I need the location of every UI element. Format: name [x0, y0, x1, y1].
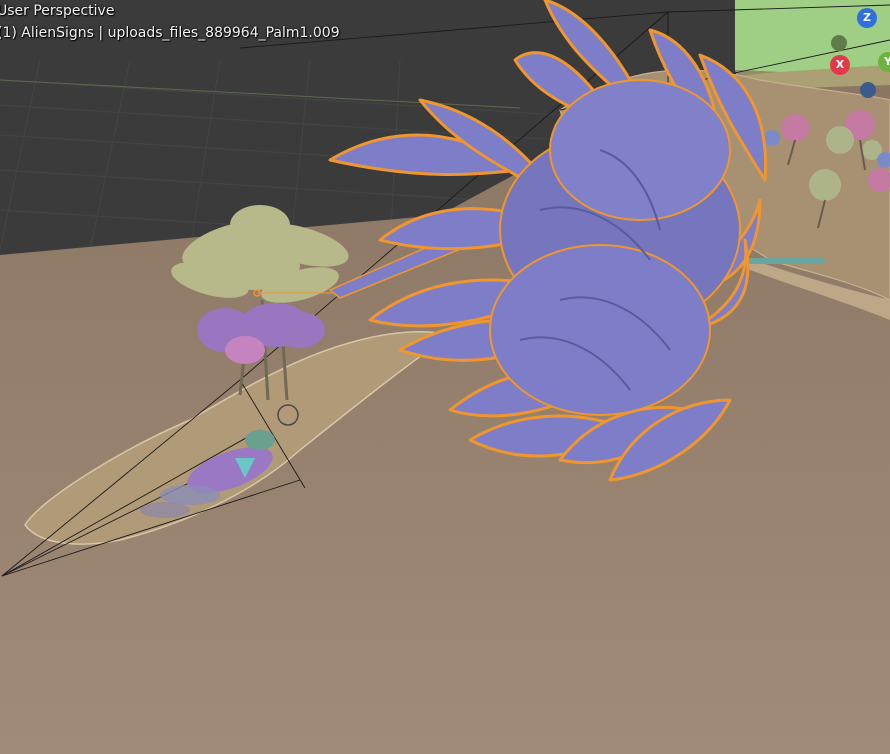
- viewport-scene[interactable]: [0, 0, 890, 754]
- view-name-label: User Perspective: [0, 3, 115, 19]
- navigation-gizmo[interactable]: Z X Y: [820, 0, 890, 110]
- gizmo-neg-z-axis[interactable]: [860, 82, 876, 98]
- active-object-info: (1) AlienSigns | uploads_files_889964_Pa…: [0, 25, 340, 41]
- gizmo-x-axis[interactable]: X: [830, 55, 850, 75]
- gizmo-y-axis[interactable]: Y: [878, 52, 890, 72]
- gizmo-z-axis[interactable]: Z: [857, 8, 877, 28]
- gizmo-neg-y-axis[interactable]: [831, 35, 847, 51]
- 3d-viewport[interactable]: User Perspective (1) AlienSigns | upload…: [0, 0, 890, 754]
